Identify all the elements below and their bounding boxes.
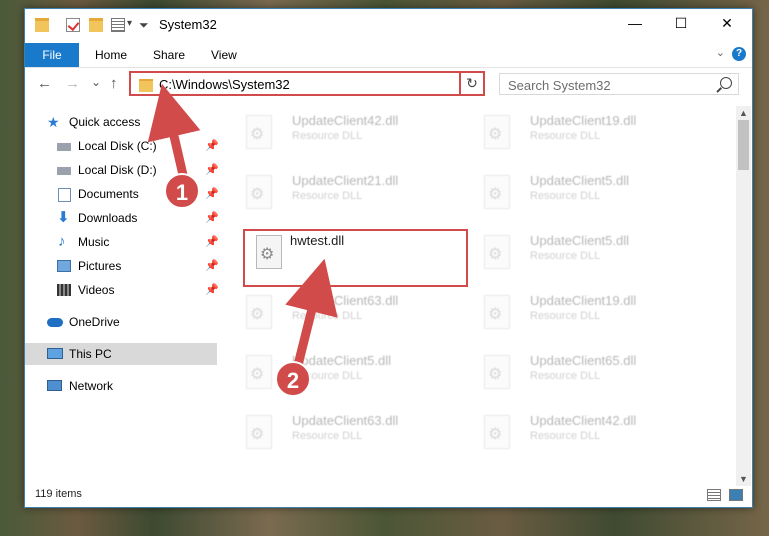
annotation-arrows — [147, 83, 338, 370]
step-1-badge: 1 — [164, 173, 200, 209]
step-2-badge: 2 — [275, 361, 311, 397]
arrow-2 — [285, 258, 338, 370]
arrow-1 — [147, 83, 201, 180]
